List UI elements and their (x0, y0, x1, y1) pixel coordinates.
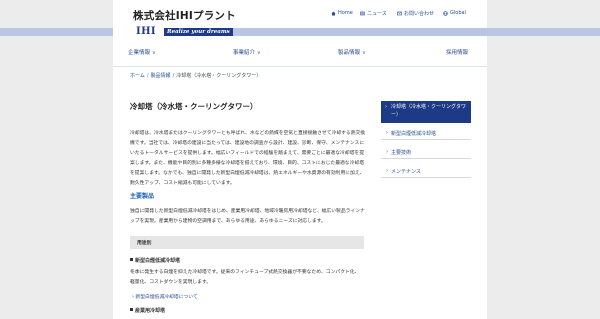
section-text: 独自に開発した新型白煙低減冷却塔をはじめ、産業用冷却塔、地域冷暖房用冷却塔など、… (130, 209, 365, 224)
breadcrumb-separator: / (172, 73, 175, 79)
sidebar-item-new-tower[interactable]: › 新型白煙低減冷却塔 (381, 126, 471, 140)
util-news-label: ニュース (367, 11, 387, 17)
gnav-business[interactable]: 事業紹介 ∨ (233, 48, 261, 56)
global-nav: 企業情報 ∨ 事業紹介 ∨ 製品情報 ∨ 採用情報 (113, 48, 487, 62)
mail-icon (397, 11, 402, 16)
util-home[interactable]: Home (331, 10, 353, 16)
sidebar-header[interactable]: › 冷却塔（冷水塔・クーリングタワー） (381, 101, 471, 123)
chevron-down-icon: ∨ (362, 50, 366, 56)
chevron-down-icon: ∨ (257, 50, 261, 56)
home-icon (331, 11, 336, 15)
brand-tagline: Realize your dreams (164, 28, 233, 36)
breadcrumb-home[interactable]: ホーム (130, 73, 145, 79)
gnav-products-label: 製品情報 (338, 50, 361, 56)
sidebar-item-label: 新型白煙低減冷却塔 (391, 131, 437, 137)
gnav-company[interactable]: 企業情報 ∨ (128, 48, 156, 56)
globe-icon (443, 10, 448, 16)
sidebar-item-technology[interactable]: › 主要技術 (381, 145, 471, 159)
util-contact-label: お問い合わせ (404, 11, 435, 17)
gnav-products[interactable]: 製品情報 ∨ (338, 48, 366, 56)
category-bar: 用途別 (130, 236, 364, 249)
breadcrumb-current: 冷却塔（冷水塔・クーリングタワー） (176, 73, 262, 79)
chevron-right-icon: › (386, 130, 388, 136)
sidebar-item-label: メンテナンス (391, 169, 421, 175)
sidebar-item-label: 主要技術 (391, 150, 412, 156)
gnav-recruit-label: 採用情報 (446, 50, 469, 56)
breadcrumb: ホーム / 製品情報 / 冷却塔（冷水塔・クーリングタワー） (130, 72, 261, 79)
category-bar-label: 用途別 (137, 241, 152, 246)
brand-band (0, 28, 600, 36)
gnav-recruit[interactable]: 採用情報 (446, 48, 468, 56)
util-home-label: Home (338, 10, 353, 16)
company-name[interactable]: 株式会社IHIプラント (133, 8, 236, 23)
product-link-1[interactable]: › 新型白煙低減冷却塔について (132, 293, 198, 300)
intro-text: 冷却塔は、冷水塔またはクーリングタワーとも呼ばれ、水などの熱媒を空気と直接接触さ… (130, 131, 366, 186)
sidebar-item-maintenance[interactable]: › メンテナンス (381, 164, 471, 178)
gnav-business-label: 事業紹介 (233, 50, 256, 56)
sidebar-header-label: 冷却塔（冷水塔・クーリングタワー） (391, 104, 467, 118)
product-heading-1: 新型白煙低減冷却塔 (130, 257, 180, 264)
chevron-down-icon: ∨ (152, 50, 156, 56)
chevron-right-icon: › (132, 295, 134, 300)
chevron-right-icon: › (386, 149, 388, 155)
ihi-logo[interactable]: IHI (136, 26, 156, 37)
util-contact[interactable]: お問い合わせ (397, 10, 434, 17)
page-title: 冷却塔（冷水塔・クーリングタワー） (130, 102, 258, 111)
util-global[interactable]: Global (443, 10, 466, 16)
util-global-label: Global (450, 10, 466, 16)
news-icon (360, 11, 365, 16)
gnav-divider (113, 66, 487, 67)
breadcrumb-products[interactable]: 製品情報 (151, 73, 171, 79)
section-title: 主要製品 (130, 193, 155, 200)
chevron-right-icon: › (386, 168, 388, 174)
page: 株式会社IHIプラント Home ニュース お問い合わせ Global IHI … (0, 0, 600, 319)
breadcrumb-separator: / (146, 73, 149, 79)
chevron-right-icon: › (385, 104, 387, 110)
product-heading-2: 産業用冷却塔 (130, 307, 165, 314)
util-news[interactable]: ニュース (360, 10, 387, 17)
product-link-1-label: 新型白煙低減冷却塔について (135, 295, 198, 300)
gnav-company-label: 企業情報 (128, 50, 151, 56)
product-text-1: 冬季に発生する白煙を抑えた冷却塔です。従来のフィンチューブ式熱交換器が不要なため… (130, 270, 360, 285)
